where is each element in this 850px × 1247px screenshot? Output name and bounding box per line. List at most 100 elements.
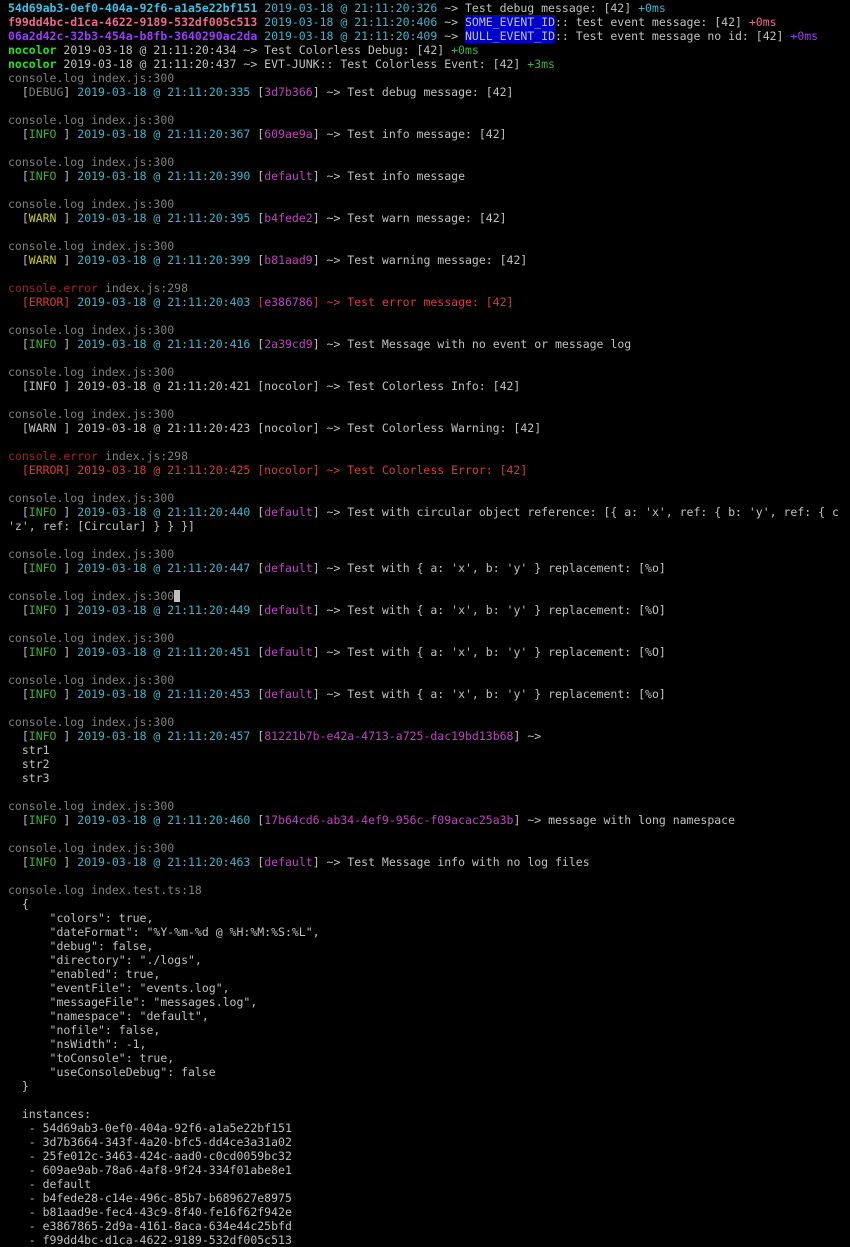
- terminal-text-segment: [: [250, 85, 265, 99]
- terminal-text-segment: console.log index.js:300: [8, 155, 175, 169]
- terminal-line: [INFO ] 2019-03-18 @ 21:11:20:463 [defau…: [8, 855, 850, 869]
- terminal-text-segment: 2019-03-18 @ 21:11:20:326: [264, 1, 438, 15]
- terminal-line: console.log index.js:300: [8, 155, 850, 169]
- terminal-text-segment: str1: [8, 743, 50, 757]
- terminal-line: [INFO ] 2019-03-18 @ 21:11:20:460 [17b64…: [8, 813, 850, 827]
- terminal-text-segment: 2019-03-18 @ 21:11:20:463: [77, 855, 251, 869]
- terminal-line: console.log index.js:300: [8, 323, 850, 337]
- terminal-text-segment: e386786: [264, 295, 313, 309]
- terminal-text-segment: [: [8, 813, 29, 827]
- terminal-text-segment: [: [250, 813, 265, 827]
- terminal-text-segment: ] ~> Test Message with no event or messa…: [312, 337, 632, 351]
- terminal-text-segment: [: [250, 127, 265, 141]
- terminal-text-segment: - 3d7b3664-343f-4a20-bfc5-dd4ce3a31a02: [8, 1135, 292, 1149]
- terminal-line: "dateFormat": "%Y-%m-%d @ %H:%M:%S:%L",: [8, 925, 850, 939]
- terminal-text-segment: console.log index.test.ts:18: [8, 883, 202, 897]
- terminal-text-segment: [: [8, 505, 29, 519]
- terminal-line: str1: [8, 743, 850, 757]
- terminal-line: [ERROR] 2019-03-18 @ 21:11:20:425 [nocol…: [8, 463, 850, 477]
- terminal-text-segment: +0ms: [638, 1, 666, 15]
- terminal-line: console.log index.js:300: [8, 491, 850, 505]
- terminal-text-segment: default: [264, 561, 313, 575]
- terminal-text-segment: str3: [8, 771, 50, 785]
- terminal-line: "messageFile": "messages.log",: [8, 995, 850, 1009]
- terminal-text-segment: [INFO ] 2019-03-18 @ 21:11:20:421 [nocol…: [8, 379, 521, 393]
- terminal-text-segment: [: [250, 687, 265, 701]
- terminal-text-segment: "messageFile": "messages.log",: [8, 995, 258, 1009]
- terminal-line: "debug": false,: [8, 939, 850, 953]
- terminal-text-segment: f99dd4bc-d1ca-4622-9189-532df005c513: [8, 15, 258, 29]
- terminal-text-segment: [ERROR]: [8, 295, 78, 309]
- terminal-line: console.log index.js:300: [8, 113, 850, 127]
- terminal-text-segment: "debug": false,: [8, 939, 154, 953]
- terminal-text-segment: [: [250, 645, 265, 659]
- terminal-line: [INFO ] 2019-03-18 @ 21:11:20:421 [nocol…: [8, 379, 850, 393]
- terminal-line: "nsWidth": -1,: [8, 1037, 850, 1051]
- terminal-text-segment: DEBUG: [28, 85, 64, 99]
- terminal-text-segment: :: Test event message no id: [42]: [555, 29, 791, 43]
- terminal-line: [DEBUG] 2019-03-18 @ 21:11:20:335 [3d7b3…: [8, 85, 850, 99]
- terminal-text-segment: console.log index.js:300: [8, 841, 175, 855]
- terminal-text-segment: [ERROR] 2019-03-18 @ 21:11:20:425 [nocol…: [8, 463, 528, 477]
- terminal-text-segment: 17b64cd6-ab34-4ef9-956c-f09acac25a3b: [264, 813, 514, 827]
- terminal-text-segment: b4fede2: [264, 211, 313, 225]
- terminal-text-segment: [: [250, 169, 265, 183]
- terminal-text-segment: {: [8, 897, 29, 911]
- terminal-line: console.log index.js:300: [8, 197, 850, 211]
- terminal-line: 'z', ref: [Circular] } } }]: [8, 519, 850, 533]
- terminal-text-segment: 2019-03-18 @ 21:11:20:457: [77, 729, 251, 743]
- terminal-output[interactable]: 54d69ab3-0ef0-404a-92f6-a1a5e22bf151 201…: [8, 1, 850, 1247]
- terminal-text-segment: [: [250, 505, 265, 519]
- terminal-text-segment: INFO: [28, 687, 57, 701]
- terminal-text-segment: [: [8, 127, 29, 141]
- terminal-text-segment: ]: [56, 687, 78, 701]
- terminal-text-segment: ] ~> Test Message info with no log files: [312, 855, 590, 869]
- terminal-text-segment: [: [250, 561, 265, 575]
- terminal-line: [INFO ] 2019-03-18 @ 21:11:20:449 [defau…: [8, 603, 850, 617]
- terminal-text-segment: INFO: [28, 561, 57, 575]
- terminal-line: console.log index.js:300: [8, 715, 850, 729]
- terminal-text-segment: console.error: [8, 449, 99, 463]
- terminal-text-segment: ] ~> Test with { a: 'x', b: 'y' } replac…: [312, 687, 666, 701]
- terminal-text-segment: 2019-03-18 @ 21:11:20:406: [264, 15, 438, 29]
- terminal-text-segment: INFO: [28, 505, 57, 519]
- terminal-line: console.log index.test.ts:18: [8, 883, 850, 897]
- terminal-text-segment: console.log index.js:300: [8, 323, 175, 337]
- terminal-text-segment: ]: [56, 813, 78, 827]
- terminal-text-segment: [WARN ] 2019-03-18 @ 21:11:20:423 [nocol…: [8, 421, 542, 435]
- terminal-text-segment: ]: [56, 603, 78, 617]
- terminal-text-segment: [: [8, 85, 29, 99]
- terminal-text-segment: INFO: [28, 337, 57, 351]
- terminal-text-segment: - b4fede28-c14e-496c-85b7-b689627e8975: [8, 1191, 292, 1205]
- terminal-text-segment: WARN: [28, 253, 57, 267]
- terminal-text-segment: ] ~> Test with { a: 'x', b: 'y' } replac…: [312, 603, 666, 617]
- terminal-text-segment: - 54d69ab3-0ef0-404a-92f6-a1a5e22bf151: [8, 1121, 292, 1135]
- terminal-text-segment: ] ~> Test warning message: [42]: [312, 253, 528, 267]
- terminal-text-segment: - 25fe012c-3463-424c-aad0-c0cd0059bc32: [8, 1149, 292, 1163]
- terminal-text-segment: ]: [56, 169, 78, 183]
- terminal-text-segment: [: [8, 337, 29, 351]
- terminal-text-segment: "eventFile": "events.log",: [8, 981, 230, 995]
- terminal-text-segment: :: test event message: [42]: [555, 15, 749, 29]
- terminal-text-segment: default: [264, 505, 313, 519]
- terminal-text-segment: console.log index.js:300: [8, 407, 175, 421]
- terminal-text-segment: ] ~> Test info message: [42]: [312, 127, 507, 141]
- terminal-line: [WARN ] 2019-03-18 @ 21:11:20:423 [nocol…: [8, 421, 850, 435]
- terminal-text-segment: ] ~>: [513, 729, 542, 743]
- terminal-line: "nofile": false,: [8, 1023, 850, 1037]
- terminal-text-segment: - b81aad9e-fec4-43c9-8f40-fe16f62f942e: [8, 1205, 292, 1219]
- terminal-text-segment: ] ~> Test info message: [312, 169, 466, 183]
- terminal-line: [INFO ] 2019-03-18 @ 21:11:20:447 [defau…: [8, 561, 850, 575]
- terminal-line: console.log index.js:300: [8, 547, 850, 561]
- terminal-text-segment: [: [8, 729, 29, 743]
- terminal-text-segment: [: [250, 337, 265, 351]
- terminal-text-segment: 2a39cd9: [264, 337, 313, 351]
- terminal-text-segment: ]: [56, 729, 78, 743]
- terminal-text-segment: ] ~> Test warn message: [42]: [312, 211, 507, 225]
